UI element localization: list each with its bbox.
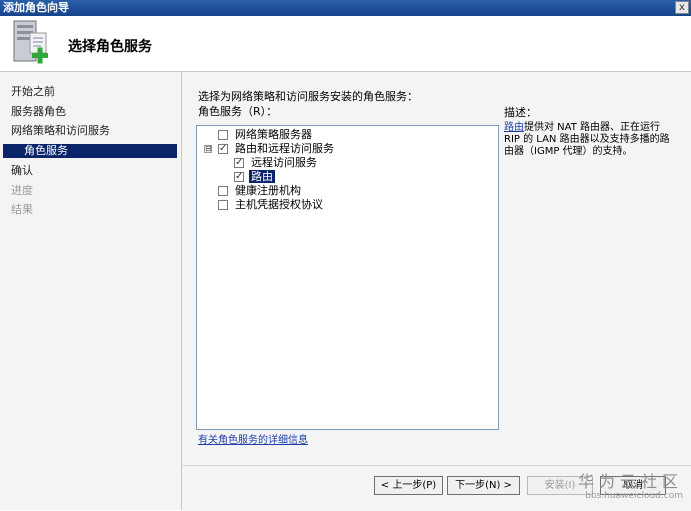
tree-item-label: 主机凭据授权协议: [235, 198, 323, 211]
instruction-text: 选择为网络策略和访问服务安装的角色服务：: [198, 90, 418, 103]
next-button[interactable]: 下一步(N) >: [447, 476, 520, 495]
page-title: 选择角色服务: [68, 39, 152, 55]
nav-item-before-you-begin[interactable]: 开始之前: [11, 85, 55, 99]
tree-item-nps[interactable]: 网络策略服务器: [218, 128, 314, 141]
checkbox-remote-access[interactable]: ✓: [234, 157, 244, 168]
description-link-routing[interactable]: 路由: [504, 122, 524, 133]
description-body: 提供对 NAT 路由器、正在运行 RIP 的 LAN 路由器以及支持多播的路由器…: [504, 122, 670, 157]
tree-item-remote-access[interactable]: ✓ 远程访问服务: [234, 156, 319, 169]
wizard-nav: 开始之前 服务器角色 网络策略和访问服务 角色服务 确认 进度 结果: [0, 72, 182, 510]
description-text: 路由提供对 NAT 路由器、正在运行 RIP 的 LAN 路由器以及支持多播的路…: [504, 122, 676, 158]
tree-item-label: 健康注册机构: [235, 184, 301, 197]
nav-item-progress: 进度: [11, 184, 33, 197]
nav-item-results: 结果: [11, 203, 33, 216]
watermark-url: bbs.huaweicloud.com: [585, 491, 683, 501]
collapse-icon[interactable]: ⊟: [204, 145, 212, 153]
description-title: 描述：: [504, 106, 537, 119]
title-bar: 添加角色向导 x: [0, 0, 691, 16]
tree-item-hcap[interactable]: 主机凭据授权协议: [218, 198, 325, 211]
checkbox-hcap[interactable]: [218, 199, 228, 210]
nav-item-server-roles[interactable]: 服务器角色: [11, 105, 66, 119]
wizard-header: 选择角色服务: [0, 16, 691, 72]
role-services-label: 角色服务（R）：: [198, 105, 278, 118]
watermark-text: 华为云社区: [577, 472, 683, 491]
checkbox-nps[interactable]: [218, 129, 228, 140]
tree-item-label: 路由: [249, 170, 275, 183]
tree-item-hra[interactable]: 健康注册机构: [218, 184, 303, 197]
checkbox-routing[interactable]: ✓: [234, 171, 244, 182]
nav-item-npas[interactable]: 网络策略和访问服务: [11, 124, 110, 138]
tree-item-rras[interactable]: ✓ 路由和远程访问服务: [218, 142, 336, 155]
close-button[interactable]: x: [675, 1, 689, 14]
server-role-add-icon: [13, 20, 48, 64]
tree-item-label: 路由和远程访问服务: [235, 142, 334, 155]
window-title: 添加角色向导: [3, 1, 69, 14]
checkbox-rras[interactable]: ✓: [218, 143, 228, 154]
tree-item-routing[interactable]: ✓ 路由: [234, 170, 275, 183]
back-button[interactable]: < 上一步(P): [374, 476, 443, 495]
nav-item-confirmation[interactable]: 确认: [11, 164, 33, 178]
nav-item-role-services[interactable]: 角色服务: [3, 144, 177, 158]
role-services-tree[interactable]: 网络策略服务器 ⊟ ✓ 路由和远程访问服务 ✓ 远程访问服务 ✓ 路由 健康注册…: [196, 125, 499, 430]
checkbox-hra[interactable]: [218, 185, 228, 196]
tree-item-label: 网络策略服务器: [235, 128, 312, 141]
tree-item-label: 远程访问服务: [251, 156, 317, 169]
main-content: 选择为网络策略和访问服务安装的角色服务： 角色服务（R）： 网络策略服务器 ⊟ …: [182, 72, 691, 465]
more-info-link[interactable]: 有关角色服务的详细信息: [198, 431, 308, 446]
